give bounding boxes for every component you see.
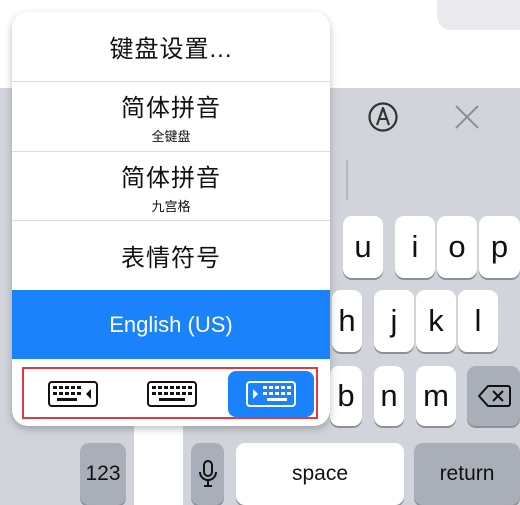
suggestion-divider [346, 160, 348, 200]
background-card [437, 0, 520, 30]
menu-item-label: 简体拼音 [121, 95, 221, 122]
menu-item-pinyin-9key[interactable]: 简体拼音 九宫格 [12, 152, 330, 221]
key-j[interactable]: j [374, 290, 414, 352]
menu-item-label: English (US) [109, 311, 233, 337]
key-m[interactable]: m [416, 366, 456, 426]
key-o[interactable]: o [437, 216, 477, 278]
key-k[interactable]: k [416, 290, 456, 352]
popup-stem [134, 424, 183, 505]
menu-item-label: 表情符号 [121, 245, 221, 272]
key-b[interactable]: b [330, 366, 362, 426]
return-key[interactable]: return [414, 443, 520, 505]
key-p[interactable]: p [479, 216, 520, 278]
space-key[interactable]: space [236, 443, 404, 505]
key-i[interactable]: i [395, 216, 435, 278]
dictation-key[interactable] [191, 443, 224, 505]
delete-key[interactable] [467, 366, 520, 426]
key-l[interactable]: l [458, 290, 498, 352]
handwriting-icon[interactable] [366, 100, 400, 134]
microphone-icon [198, 460, 217, 488]
menu-item-sublabel: 全键盘 [151, 129, 191, 144]
backspace-icon [477, 384, 511, 408]
key-u[interactable]: u [343, 216, 383, 278]
menu-item-label: 简体拼音 [121, 164, 221, 192]
menu-item-emoji[interactable]: 表情符号 [12, 221, 330, 291]
menu-item-keyboard-settings[interactable]: 键盘设置... [12, 12, 330, 82]
menu-item-sublabel: 九宫格 [151, 198, 191, 214]
menu-item-english-us[interactable]: English (US) [12, 290, 330, 359]
input-method-menu: 键盘设置... 简体拼音 全键盘 简体拼音 九宫格 表情符号 English (… [12, 12, 330, 426]
numbers-key[interactable]: 123 [80, 443, 126, 505]
key-h[interactable]: h [332, 290, 362, 352]
menu-item-label: 键盘设置... [109, 36, 233, 63]
layout-options-highlight [22, 367, 318, 419]
key-n[interactable]: n [374, 366, 404, 426]
menu-item-pinyin-qwerty[interactable]: 简体拼音 全键盘 [12, 82, 330, 152]
close-icon[interactable] [450, 100, 484, 134]
